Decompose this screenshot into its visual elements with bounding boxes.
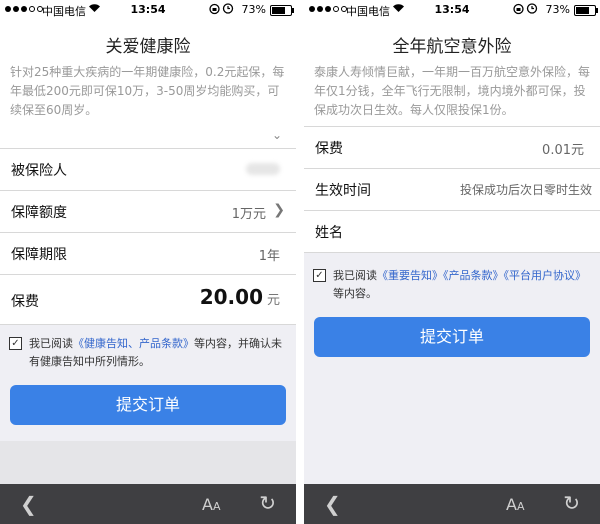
agreement: ✓ 我已阅读《健康告知、产品条款》等内容，并确认未有健康告知中所列情形。 — [0, 325, 296, 371]
font-size-icon[interactable]: AA — [506, 495, 524, 514]
browser-toolbar: ❮ AA ↻ — [0, 484, 296, 524]
insured-person-row[interactable]: 被保险人 — [0, 148, 296, 190]
chevron-left-icon[interactable]: ❮ — [324, 492, 341, 516]
premium-value: 20.00 — [199, 285, 263, 309]
screen-separator — [296, 0, 304, 524]
insured-person-value-blurred — [246, 163, 280, 175]
agree-checkbox[interactable]: ✓ — [9, 337, 22, 350]
premium-label: 保费 — [315, 141, 343, 157]
battery-icon — [574, 5, 598, 16]
agreement: ✓ 我已阅读《重要告知》《产品条款》《平台用户协议》等内容。 — [304, 253, 600, 303]
product-description: 泰康人寿倾情巨献，一年期一百万航空意外保险，每年仅1分钱，全年飞行无限制，境内境… — [314, 65, 591, 117]
product-terms-link[interactable]: 《产品条款》 — [443, 269, 504, 282]
agree-checkbox[interactable]: ✓ — [313, 269, 326, 282]
chevron-right-icon: ❯ — [273, 202, 285, 218]
effective-time-value: 投保成功后次日零时生效 — [459, 183, 592, 197]
submit-order-button[interactable]: 提交订单 — [10, 385, 286, 425]
coverage-amount-label: 保障额度 — [11, 205, 67, 221]
alarm-icon — [526, 2, 538, 17]
agreement-suffix: 等内容。 — [333, 287, 377, 300]
premium-row: 保费 0.01元 — [304, 126, 600, 168]
page-title: 关爱健康险 — [105, 37, 191, 57]
coverage-term-label: 保障期限 — [11, 247, 67, 263]
coverage-term-value: 1年 — [258, 249, 280, 264]
effective-time-row: 生效时间 投保成功后次日零时生效 — [304, 168, 600, 210]
terms-link[interactable]: 《健康告知、产品条款》 — [73, 337, 194, 350]
expand-description[interactable]: ⌄ — [0, 126, 296, 148]
premium-row: 保费 20.00 元 — [0, 274, 296, 324]
blank-area — [0, 441, 296, 484]
agreement-prefix: 我已阅读 — [29, 337, 73, 350]
coverage-term-row: 保障期限 1年 — [0, 232, 296, 274]
battery-percent: 73% — [241, 3, 266, 16]
chevron-left-icon[interactable]: ❮ — [20, 492, 37, 516]
product-header: 全年航空意外险 泰康人寿倾情巨献，一年期一百万航空意外保险，每年仅1分钱，全年飞… — [304, 20, 600, 126]
name-label: 姓名 — [315, 225, 343, 241]
important-notice-link[interactable]: 《重要告知》 — [377, 269, 443, 282]
reload-icon[interactable]: ↻ — [259, 491, 276, 515]
battery-icon — [270, 5, 294, 16]
browser-toolbar: ❮ AA ↻ — [304, 484, 600, 524]
alarm-icon — [222, 2, 234, 17]
name-row[interactable]: 姓名 — [304, 210, 600, 252]
battery-percent: 73% — [545, 3, 570, 16]
premium-unit: 元 — [266, 293, 280, 308]
product-description: 针对25种重大疾病的一年期健康险，0.2元起保，每年最低200元即可保10万，3… — [10, 65, 285, 117]
left-screen: 中国电信 13:54 73% 关爱健康险 针对25种重大疾病的一年期健康险，0.… — [0, 0, 296, 524]
status-bar: 中国电信 13:54 73% — [0, 0, 296, 20]
rotation-lock-icon — [513, 3, 524, 18]
premium-value: 0.01元 — [542, 143, 584, 158]
page-title: 全年航空意外险 — [392, 37, 512, 57]
user-agreement-link[interactable]: 《平台用户协议》 — [504, 269, 587, 282]
rotation-lock-icon — [209, 3, 220, 18]
coverage-amount-row[interactable]: 保障额度 1万元 ❯ — [0, 190, 296, 232]
effective-time-label: 生效时间 — [315, 183, 371, 199]
coverage-amount-value: 1万元 — [231, 207, 266, 222]
premium-label: 保费 — [11, 294, 39, 310]
status-bar: 中国电信 13:54 73% — [304, 0, 600, 20]
font-size-icon[interactable]: AA — [202, 495, 220, 514]
agreement-prefix: 我已阅读 — [333, 269, 377, 282]
insured-person-label: 被保险人 — [11, 163, 67, 179]
premium-amount: 20.00 元 — [200, 285, 280, 309]
product-header: 关爱健康险 针对25种重大疾病的一年期健康险，0.2元起保，每年最低200元即可… — [0, 20, 296, 148]
submit-order-button[interactable]: 提交订单 — [314, 317, 590, 357]
chevron-down-icon: ⌄ — [271, 128, 282, 142]
right-screen: 中国电信 13:54 73% 全年航空意外险 泰康人寿倾情巨献，一年期一百万航空… — [304, 0, 600, 524]
reload-icon[interactable]: ↻ — [563, 491, 580, 515]
